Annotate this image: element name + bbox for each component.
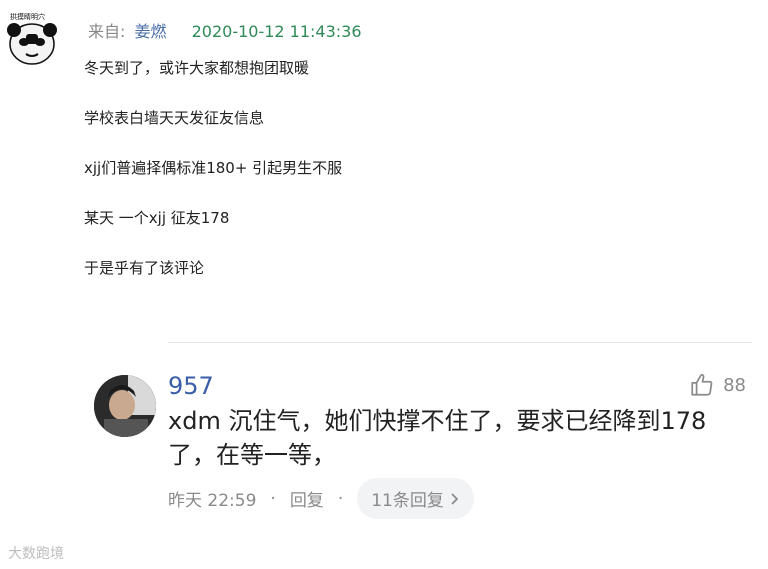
replies-count-label: 11条回复 [371,491,444,511]
like-count: 88 [723,374,746,396]
reply-text: xdm 沉住气，她们快撑不住了，要求已经降到178了，在等一等， [168,407,707,469]
thumbs-up-icon [691,374,713,396]
post-line: 学校表白墙天天发征友信息 [84,109,265,127]
reply-avatar[interactable] [94,375,156,437]
reply-footer: 昨天 22:59 · 回复 · 11条回复 [168,478,474,519]
watermark: 大数跑境 [8,543,64,563]
reply-username[interactable]: 957 [168,372,214,400]
post-body: 冬天到了，或许大家都想抱团取暖 学校表白墙天天发征友信息 xjj们普遍择偶标准1… [84,58,342,308]
post-line: 冬天到了，或许大家都想抱团取暖 [84,59,310,77]
reply-time: 昨天 22:59 [168,491,257,511]
post-meta: 来自: 姜燃 2020-10-12 11:43:36 [88,18,362,42]
reply-button[interactable]: 回复 [290,486,324,511]
avatar-caption: 拱摸睛明穴 [10,13,45,21]
post-line: xjj们普遍择偶标准180+ 引起男生不服 [84,159,343,177]
watermark-text: 大数跑境 [8,546,64,562]
divider [168,342,752,343]
post-avatar[interactable]: 拱摸睛明穴 [6,8,58,68]
user-photo-icon [94,375,156,437]
post-line: 某天 一个xjj 征友178 [84,209,230,227]
chevron-right-icon [451,492,459,505]
post-author[interactable]: 姜燃 [135,22,167,41]
view-replies-button[interactable]: 11条回复 [357,478,474,519]
post-timestamp: 2020-10-12 11:43:36 [191,22,362,41]
like-button[interactable]: 88 [689,372,746,398]
post-line: 于是乎有了该评论 [84,259,205,277]
separator-dot: · [270,488,276,509]
from-label: 来自: [88,22,126,41]
separator-dot: · [337,488,344,509]
